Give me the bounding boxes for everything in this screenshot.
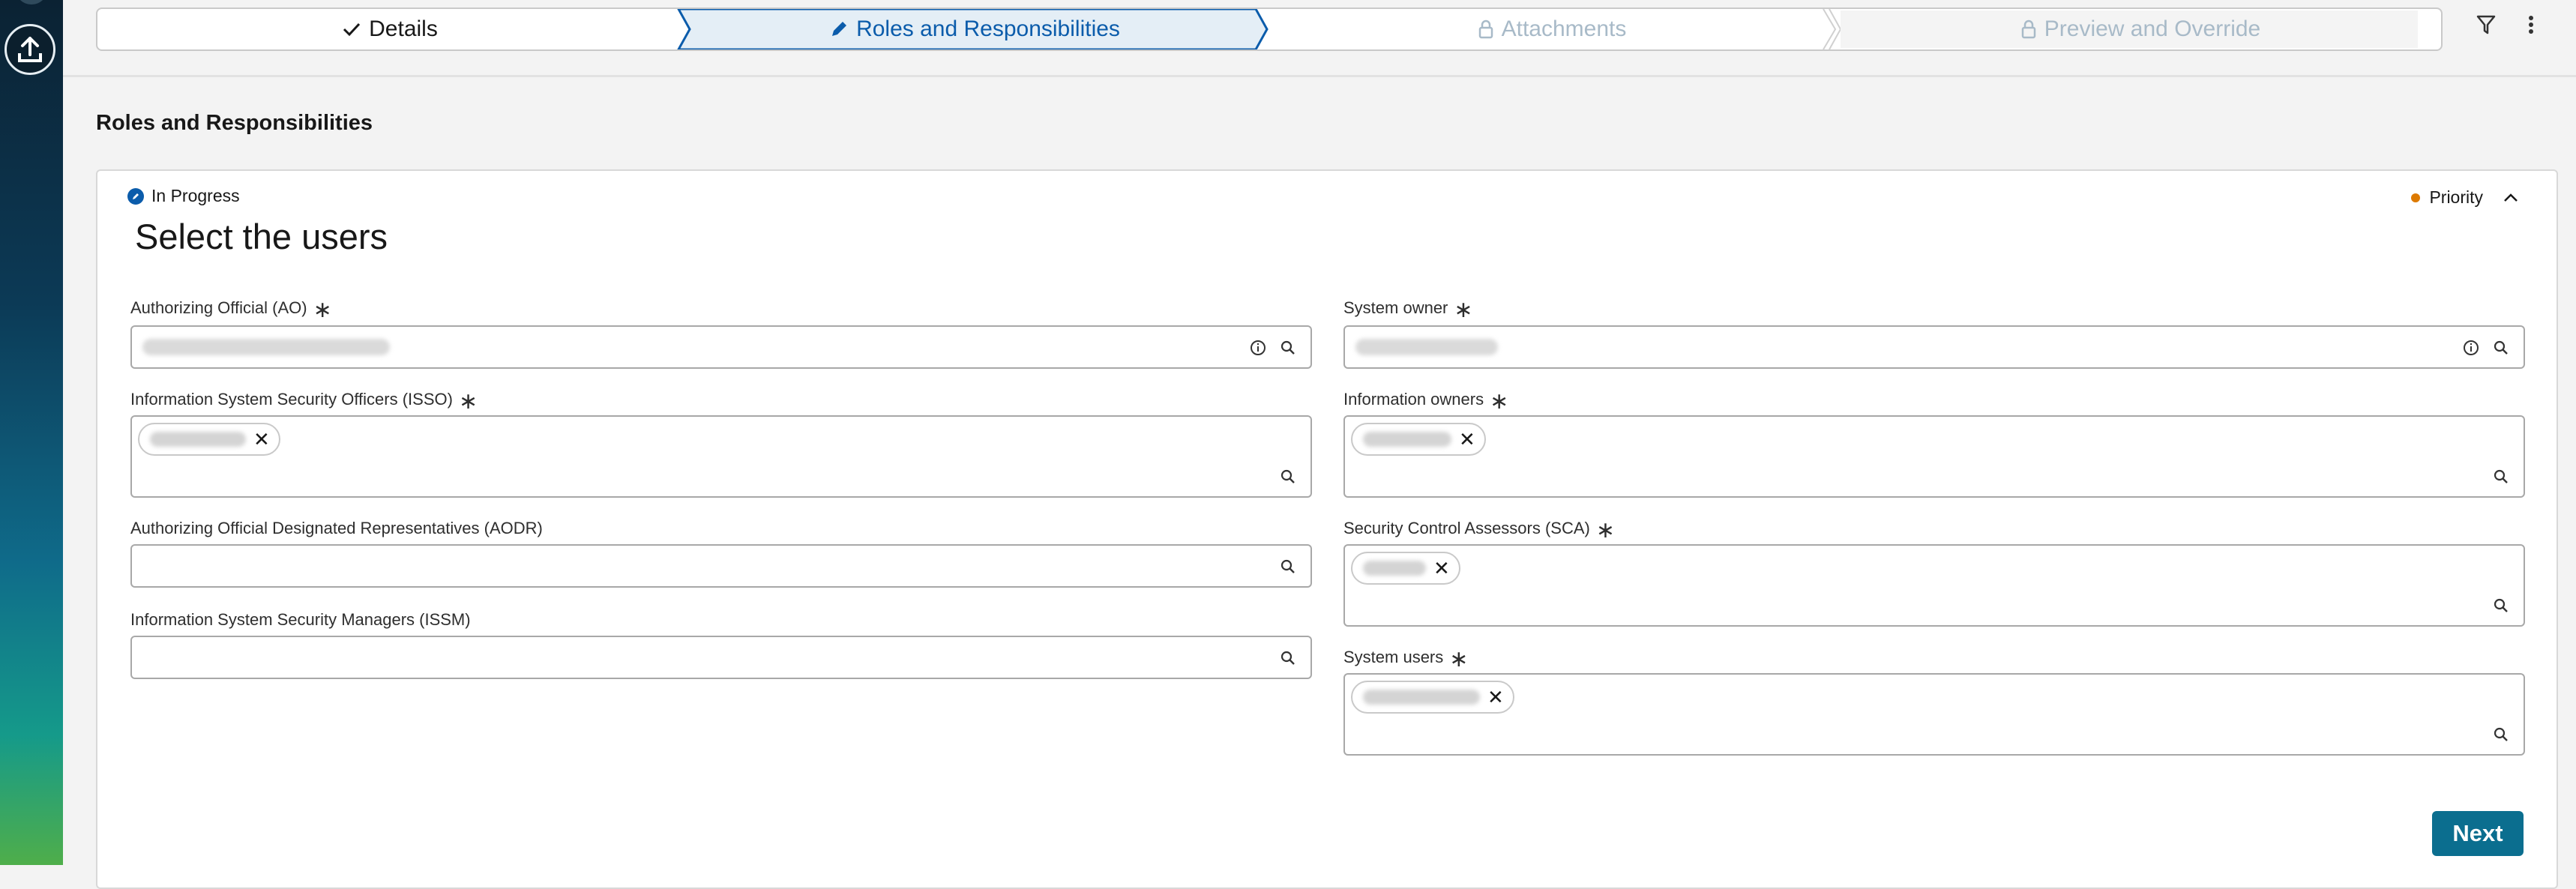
isso-label-text: Information System Security Officers (IS… xyxy=(130,390,453,409)
priority-dot-icon xyxy=(2411,193,2421,202)
aodr-label-text: Authorizing Official Designated Represen… xyxy=(130,519,543,537)
remove-pill-icon[interactable]: ✕ xyxy=(1459,430,1475,449)
step-attachments-label: Attachments xyxy=(1501,16,1627,41)
step-details-label: Details xyxy=(369,16,438,41)
ao-label-text: Authorizing Official (AO) xyxy=(130,298,307,317)
status-indicator: In Progress xyxy=(127,186,240,206)
remove-pill-icon[interactable]: ✕ xyxy=(1487,687,1504,707)
header-divider xyxy=(63,75,2576,77)
isso-lookup-input[interactable]: ✕ xyxy=(130,415,1312,498)
left-rail xyxy=(0,0,63,865)
step-preview-and-override: Preview and Override xyxy=(1837,9,2441,49)
pill-value xyxy=(1363,432,1451,447)
search-icon[interactable] xyxy=(1279,649,1297,667)
more-vertical-icon[interactable] xyxy=(2527,13,2536,36)
info-owners-label-text: Information owners xyxy=(1343,390,1484,409)
step-preview-label: Preview and Override xyxy=(2044,16,2261,41)
search-icon[interactable] xyxy=(2492,468,2510,486)
aodr-label: Authorizing Official Designated Represen… xyxy=(130,519,543,538)
info-icon[interactable] xyxy=(2462,339,2480,357)
sca-lookup-input[interactable]: ✕ xyxy=(1343,544,2525,627)
step-separator xyxy=(1823,9,1837,49)
system-users-label: System users ∗ xyxy=(1343,647,1469,672)
search-icon[interactable] xyxy=(1279,468,1297,486)
sca-selected-pill[interactable]: ✕ xyxy=(1351,552,1460,585)
users-card: In Progress Priority Select the users Au… xyxy=(96,169,2558,889)
step-details[interactable]: Details xyxy=(97,9,682,49)
system-users-label-text: System users xyxy=(1343,648,1444,666)
search-icon[interactable] xyxy=(2492,339,2510,357)
remove-pill-icon[interactable]: ✕ xyxy=(253,430,270,449)
ao-lookup-input[interactable] xyxy=(130,325,1312,369)
remove-pill-icon[interactable]: ✕ xyxy=(1433,558,1450,578)
page-title: Roles and Responsibilities xyxy=(96,111,373,135)
issm-lookup-input[interactable] xyxy=(130,636,1312,679)
required-asterisk-icon: ∗ xyxy=(313,298,332,322)
step-attachments: Attachments xyxy=(1267,9,1837,49)
lock-icon xyxy=(2021,19,2036,39)
info-owners-selected-pill[interactable]: ✕ xyxy=(1351,423,1486,456)
system-owner-label-text: System owner xyxy=(1343,298,1448,317)
status-label: In Progress xyxy=(151,186,240,205)
isso-label: Information System Security Officers (IS… xyxy=(130,389,478,414)
lock-icon xyxy=(1478,19,1493,39)
search-icon[interactable] xyxy=(1279,339,1297,357)
rail-top-icon[interactable] xyxy=(15,0,48,4)
sca-label: Security Control Assessors (SCA) ∗ xyxy=(1343,518,1616,543)
system-owner-selected-value xyxy=(1355,339,1498,355)
info-owners-lookup-input[interactable]: ✕ xyxy=(1343,415,2525,498)
search-icon[interactable] xyxy=(2492,726,2510,744)
system-users-lookup-input[interactable]: ✕ xyxy=(1343,673,2525,756)
in-progress-icon xyxy=(127,187,144,205)
upload-icon[interactable] xyxy=(4,24,55,75)
pill-value xyxy=(1363,561,1426,576)
isso-selected-pill[interactable]: ✕ xyxy=(138,423,280,456)
required-asterisk-icon: ∗ xyxy=(1454,298,1473,322)
ao-selected-value xyxy=(142,339,390,355)
next-button[interactable]: Next xyxy=(2432,811,2524,856)
ao-label: Authorizing Official (AO) ∗ xyxy=(130,298,332,322)
filter-icon[interactable] xyxy=(2476,13,2497,36)
issm-label-text: Information System Security Managers (IS… xyxy=(130,610,471,629)
pill-value xyxy=(150,432,246,447)
search-icon[interactable] xyxy=(1279,558,1297,576)
required-asterisk-icon: ∗ xyxy=(1449,647,1469,672)
pencil-icon xyxy=(832,22,847,36)
system-users-selected-pill[interactable]: ✕ xyxy=(1351,681,1514,714)
issm-label: Information System Security Managers (IS… xyxy=(130,610,471,630)
pill-value xyxy=(1363,690,1480,705)
required-asterisk-icon: ∗ xyxy=(458,389,478,414)
info-icon[interactable] xyxy=(1249,339,1267,357)
required-asterisk-icon: ∗ xyxy=(1490,389,1509,414)
search-icon[interactable] xyxy=(2492,597,2510,615)
info-owners-label: Information owners ∗ xyxy=(1343,389,1509,414)
aodr-lookup-input[interactable] xyxy=(130,544,1312,588)
progress-path: Details Roles and Responsibilities Attac… xyxy=(96,7,2443,51)
priority-label: Priority xyxy=(2429,187,2483,207)
chevron-up-icon[interactable] xyxy=(2503,192,2519,204)
priority-indicator: Priority xyxy=(2411,187,2519,208)
required-asterisk-icon: ∗ xyxy=(1595,518,1616,543)
sca-label-text: Security Control Assessors (SCA) xyxy=(1343,519,1590,537)
check-icon xyxy=(343,22,361,37)
system-owner-label: System owner ∗ xyxy=(1343,298,1473,322)
card-heading: Select the users xyxy=(135,217,388,256)
step-roles-and-responsibilities[interactable]: Roles and Responsibilities xyxy=(682,9,1267,49)
system-owner-lookup-input[interactable] xyxy=(1343,325,2525,369)
step-roles-label: Roles and Responsibilities xyxy=(856,16,1120,41)
